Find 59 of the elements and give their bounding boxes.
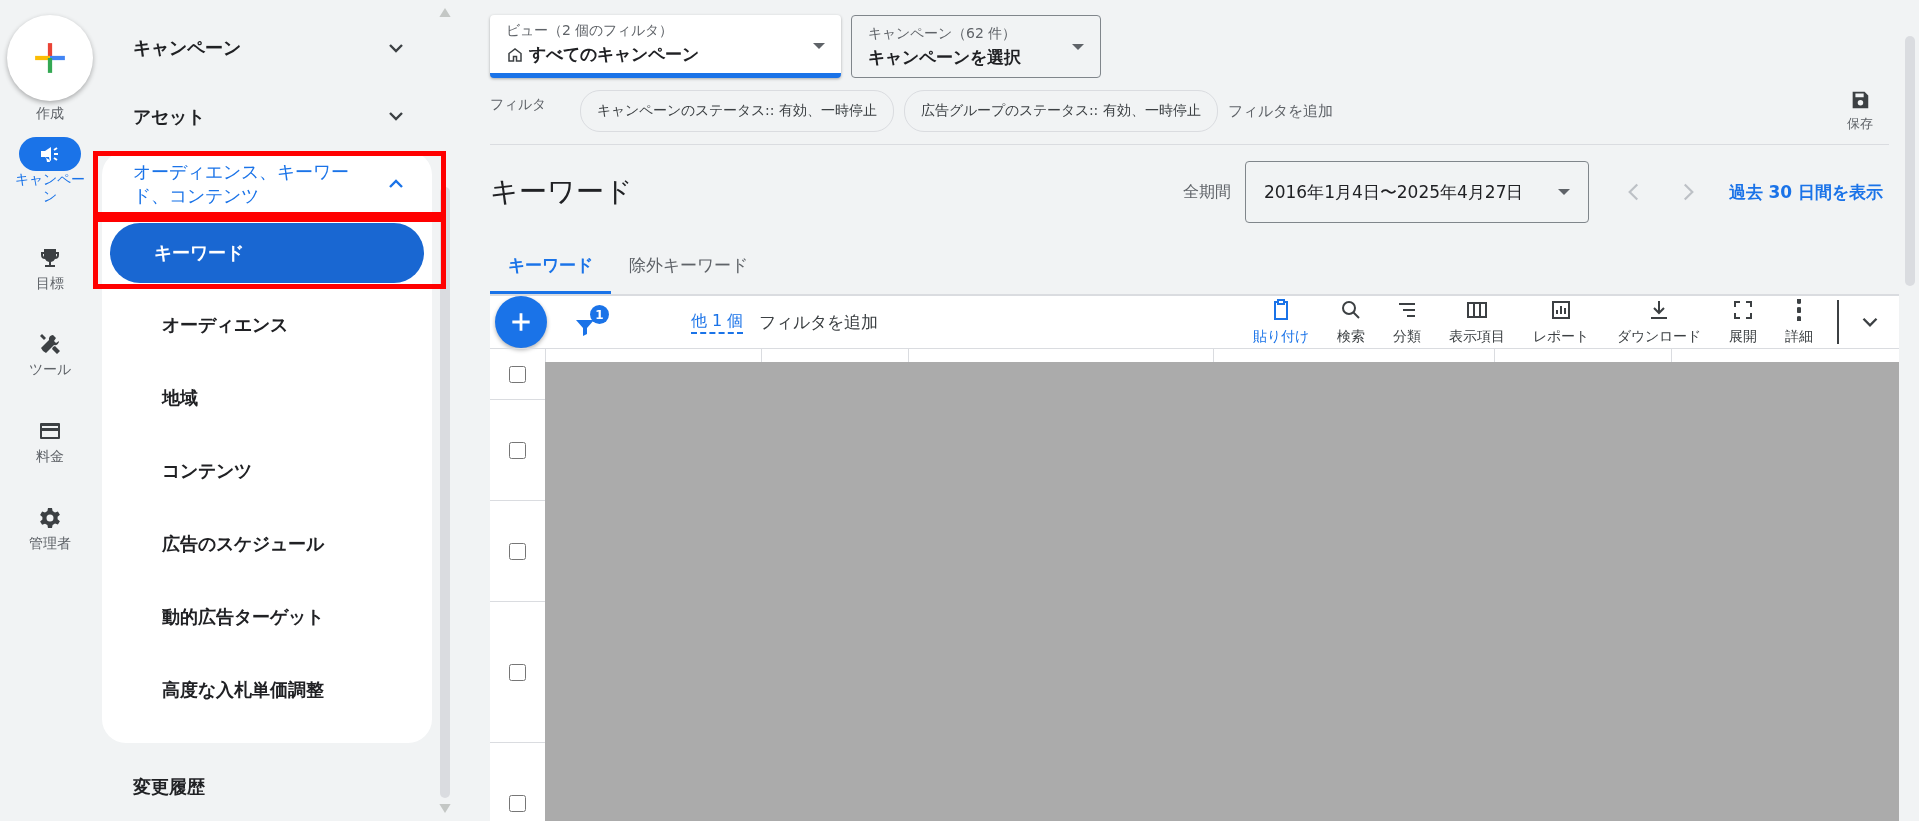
menu-section[interactable]: アセット bbox=[102, 82, 438, 151]
date-range-label: 全期間 bbox=[1182, 181, 1231, 203]
add-filter-link[interactable]: フィルタを追加 bbox=[1227, 101, 1333, 121]
filter-chip[interactable]: 広告グループのステータス:: 有効、一時停止 bbox=[903, 90, 1218, 132]
menu-item[interactable]: コンテンツ bbox=[110, 434, 424, 508]
view-selector[interactable]: ビュー（2 個のフィルタ） すべてのキャンペーン bbox=[490, 15, 841, 78]
filter-count-badge: 1 bbox=[590, 305, 609, 324]
menu-section[interactable]: 変更履歴 bbox=[102, 752, 438, 821]
home-icon bbox=[506, 45, 524, 64]
tools-icon bbox=[38, 332, 62, 357]
tab[interactable]: 除外キーワード bbox=[611, 239, 766, 294]
settings-icon bbox=[38, 506, 62, 530]
menu-item[interactable]: 動的広告ターゲット bbox=[110, 580, 424, 654]
caret-icon bbox=[813, 43, 825, 49]
menu-item[interactable]: 地域 bbox=[110, 361, 424, 435]
more-filters-link[interactable]: 他 1 個 bbox=[691, 310, 744, 334]
add-filter-link[interactable]: フィルタを追加 bbox=[759, 310, 879, 334]
menu-item[interactable]: キーワード bbox=[110, 222, 424, 283]
create-label: 作成 bbox=[36, 105, 64, 123]
clipboard-button[interactable]: 貼り付け bbox=[1239, 298, 1323, 346]
plus-icon bbox=[33, 41, 67, 75]
last-30-days-link[interactable]: 過去 30 日間を表示 bbox=[1728, 180, 1883, 204]
menu-item[interactable]: オーディエンス bbox=[110, 288, 424, 362]
select-all-checkbox[interactable] bbox=[509, 365, 526, 383]
filter-chip[interactable]: キャンペーンのステータス:: 有効、一時停止 bbox=[580, 90, 894, 132]
fullscreen-icon bbox=[1731, 298, 1755, 322]
more-button[interactable]: 詳細 bbox=[1771, 298, 1827, 346]
row-checkbox[interactable] bbox=[509, 542, 526, 560]
rail-item[interactable]: 目標 bbox=[2, 240, 98, 292]
row-checkbox[interactable] bbox=[509, 663, 526, 681]
menu-section[interactable]: キャンペーン bbox=[102, 14, 438, 83]
menu-item[interactable]: 広告のスケジュール bbox=[110, 507, 424, 581]
filter-button[interactable]: 1 bbox=[573, 305, 609, 339]
campaign-selector[interactable]: キャンペーン（62 件） キャンペーンを選択 bbox=[851, 15, 1101, 78]
save-button[interactable]: 保存 bbox=[1847, 89, 1873, 133]
create-button[interactable] bbox=[7, 15, 93, 101]
filter-label: フィルタ bbox=[490, 96, 546, 114]
report-button[interactable]: レポート bbox=[1519, 298, 1603, 346]
expand-button[interactable]: 展開 bbox=[1715, 298, 1771, 346]
rail-item[interactable]: 管理者 bbox=[2, 501, 98, 552]
rail-item[interactable]: 料金 bbox=[2, 414, 98, 465]
date-range-picker[interactable]: 2016年1月4日〜2025年4月27日 bbox=[1244, 161, 1589, 223]
more-icon bbox=[1797, 299, 1801, 321]
columns-button[interactable]: 表示項目 bbox=[1435, 298, 1519, 346]
menu-item[interactable]: 高度な入札単価調整 bbox=[110, 653, 424, 727]
caret-icon bbox=[1557, 189, 1570, 195]
bar-chart-icon bbox=[1549, 298, 1573, 322]
rail-item[interactable]: キャンペーン bbox=[2, 137, 98, 205]
scrollbar-thumb[interactable] bbox=[440, 187, 450, 798]
add-button[interactable] bbox=[495, 296, 547, 348]
download-button[interactable]: ダウンロード bbox=[1603, 298, 1715, 346]
row-checkbox[interactable] bbox=[509, 441, 526, 459]
rail-item[interactable]: ツール bbox=[2, 327, 98, 379]
row-checkbox[interactable] bbox=[509, 794, 526, 812]
search-button[interactable]: 検索 bbox=[1323, 298, 1379, 346]
caret-icon bbox=[1072, 44, 1084, 50]
segment-button[interactable]: 分類 bbox=[1379, 298, 1435, 346]
menu-section[interactable]: オーディエンス、キーワード、コンテンツ bbox=[102, 150, 432, 217]
page-title: キーワード bbox=[490, 174, 633, 210]
